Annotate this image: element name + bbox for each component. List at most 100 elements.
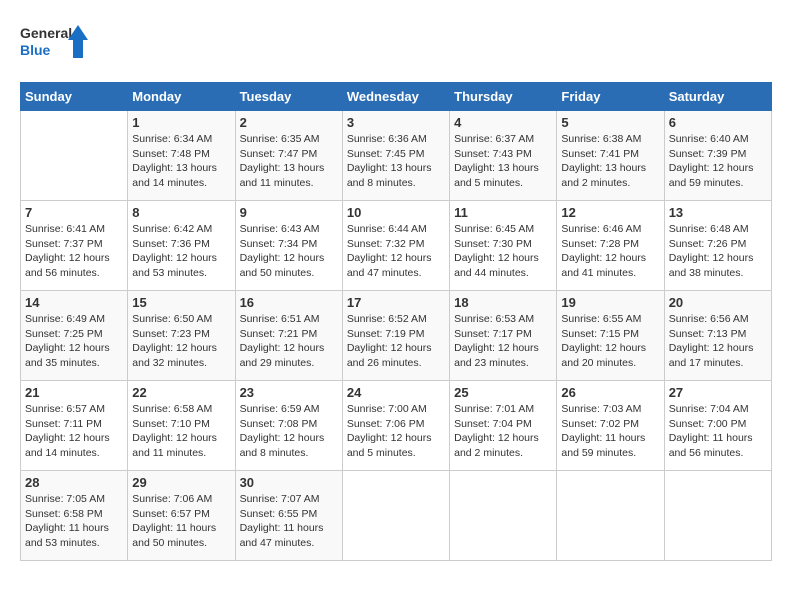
- calendar-cell: 14 Sunrise: 6:49 AM Sunset: 7:25 PM Dayli…: [21, 291, 128, 381]
- day-number: 8: [132, 205, 230, 220]
- calendar-cell: 4 Sunrise: 6:37 AM Sunset: 7:43 PM Daylig…: [450, 111, 557, 201]
- day-number: 25: [454, 385, 552, 400]
- calendar-table: SundayMondayTuesdayWednesdayThursdayFrid…: [20, 82, 772, 561]
- calendar-cell: 17 Sunrise: 6:52 AM Sunset: 7:19 PM Dayli…: [342, 291, 449, 381]
- day-number: 1: [132, 115, 230, 130]
- day-info: Sunrise: 6:52 AM Sunset: 7:19 PM Dayligh…: [347, 312, 445, 371]
- day-number: 3: [347, 115, 445, 130]
- calendar-cell: [21, 111, 128, 201]
- day-number: 23: [240, 385, 338, 400]
- day-info: Sunrise: 6:50 AM Sunset: 7:23 PM Dayligh…: [132, 312, 230, 371]
- day-info: Sunrise: 7:03 AM Sunset: 7:02 PM Dayligh…: [561, 402, 659, 461]
- day-number: 16: [240, 295, 338, 310]
- calendar-cell: [450, 471, 557, 561]
- day-info: Sunrise: 6:38 AM Sunset: 7:41 PM Dayligh…: [561, 132, 659, 191]
- calendar-cell: 21 Sunrise: 6:57 AM Sunset: 7:11 PM Dayli…: [21, 381, 128, 471]
- weekday-header-wednesday: Wednesday: [342, 83, 449, 111]
- day-number: 6: [669, 115, 767, 130]
- day-number: 10: [347, 205, 445, 220]
- calendar-cell: 2 Sunrise: 6:35 AM Sunset: 7:47 PM Daylig…: [235, 111, 342, 201]
- calendar-cell: 18 Sunrise: 6:53 AM Sunset: 7:17 PM Dayli…: [450, 291, 557, 381]
- calendar-cell: 27 Sunrise: 7:04 AM Sunset: 7:00 PM Dayli…: [664, 381, 771, 471]
- day-info: Sunrise: 6:41 AM Sunset: 7:37 PM Dayligh…: [25, 222, 123, 281]
- calendar-cell: 20 Sunrise: 6:56 AM Sunset: 7:13 PM Dayli…: [664, 291, 771, 381]
- calendar-cell: [664, 471, 771, 561]
- calendar-cell: 29 Sunrise: 7:06 AM Sunset: 6:57 PM Dayli…: [128, 471, 235, 561]
- day-number: 21: [25, 385, 123, 400]
- day-number: 19: [561, 295, 659, 310]
- day-number: 5: [561, 115, 659, 130]
- day-info: Sunrise: 7:04 AM Sunset: 7:00 PM Dayligh…: [669, 402, 767, 461]
- calendar-cell: 25 Sunrise: 7:01 AM Sunset: 7:04 PM Dayli…: [450, 381, 557, 471]
- weekday-header-thursday: Thursday: [450, 83, 557, 111]
- day-number: 29: [132, 475, 230, 490]
- day-info: Sunrise: 7:01 AM Sunset: 7:04 PM Dayligh…: [454, 402, 552, 461]
- calendar-cell: 11 Sunrise: 6:45 AM Sunset: 7:30 PM Dayli…: [450, 201, 557, 291]
- day-info: Sunrise: 6:46 AM Sunset: 7:28 PM Dayligh…: [561, 222, 659, 281]
- logo: General Blue: [20, 20, 90, 65]
- day-info: Sunrise: 6:49 AM Sunset: 7:25 PM Dayligh…: [25, 312, 123, 371]
- calendar-cell: 8 Sunrise: 6:42 AM Sunset: 7:36 PM Daylig…: [128, 201, 235, 291]
- calendar-cell: 13 Sunrise: 6:48 AM Sunset: 7:26 PM Dayli…: [664, 201, 771, 291]
- day-number: 14: [25, 295, 123, 310]
- calendar-cell: 28 Sunrise: 7:05 AM Sunset: 6:58 PM Dayli…: [21, 471, 128, 561]
- day-number: 2: [240, 115, 338, 130]
- day-info: Sunrise: 6:58 AM Sunset: 7:10 PM Dayligh…: [132, 402, 230, 461]
- calendar-cell: 5 Sunrise: 6:38 AM Sunset: 7:41 PM Daylig…: [557, 111, 664, 201]
- calendar-cell: 3 Sunrise: 6:36 AM Sunset: 7:45 PM Daylig…: [342, 111, 449, 201]
- calendar-cell: 1 Sunrise: 6:34 AM Sunset: 7:48 PM Daylig…: [128, 111, 235, 201]
- day-info: Sunrise: 6:45 AM Sunset: 7:30 PM Dayligh…: [454, 222, 552, 281]
- day-number: 30: [240, 475, 338, 490]
- calendar-cell: 6 Sunrise: 6:40 AM Sunset: 7:39 PM Daylig…: [664, 111, 771, 201]
- day-info: Sunrise: 6:34 AM Sunset: 7:48 PM Dayligh…: [132, 132, 230, 191]
- calendar-cell: 12 Sunrise: 6:46 AM Sunset: 7:28 PM Dayli…: [557, 201, 664, 291]
- calendar-cell: 26 Sunrise: 7:03 AM Sunset: 7:02 PM Dayli…: [557, 381, 664, 471]
- calendar-cell: 7 Sunrise: 6:41 AM Sunset: 7:37 PM Daylig…: [21, 201, 128, 291]
- day-number: 13: [669, 205, 767, 220]
- day-info: Sunrise: 7:06 AM Sunset: 6:57 PM Dayligh…: [132, 492, 230, 551]
- day-info: Sunrise: 6:37 AM Sunset: 7:43 PM Dayligh…: [454, 132, 552, 191]
- calendar-cell: 19 Sunrise: 6:55 AM Sunset: 7:15 PM Dayli…: [557, 291, 664, 381]
- calendar-cell: 9 Sunrise: 6:43 AM Sunset: 7:34 PM Daylig…: [235, 201, 342, 291]
- day-info: Sunrise: 6:59 AM Sunset: 7:08 PM Dayligh…: [240, 402, 338, 461]
- day-info: Sunrise: 6:57 AM Sunset: 7:11 PM Dayligh…: [25, 402, 123, 461]
- day-info: Sunrise: 6:40 AM Sunset: 7:39 PM Dayligh…: [669, 132, 767, 191]
- day-number: 26: [561, 385, 659, 400]
- weekday-header-friday: Friday: [557, 83, 664, 111]
- day-number: 15: [132, 295, 230, 310]
- day-number: 9: [240, 205, 338, 220]
- day-info: Sunrise: 6:53 AM Sunset: 7:17 PM Dayligh…: [454, 312, 552, 371]
- calendar-cell: 30 Sunrise: 7:07 AM Sunset: 6:55 PM Dayli…: [235, 471, 342, 561]
- calendar-cell: 15 Sunrise: 6:50 AM Sunset: 7:23 PM Dayli…: [128, 291, 235, 381]
- day-number: 22: [132, 385, 230, 400]
- day-info: Sunrise: 6:35 AM Sunset: 7:47 PM Dayligh…: [240, 132, 338, 191]
- day-info: Sunrise: 6:36 AM Sunset: 7:45 PM Dayligh…: [347, 132, 445, 191]
- calendar-cell: [557, 471, 664, 561]
- calendar-cell: 10Sunrise: 6:44 AM Sunset: 7:32 PM Dayli…: [342, 201, 449, 291]
- day-info: Sunrise: 6:51 AM Sunset: 7:21 PM Dayligh…: [240, 312, 338, 371]
- day-info: Sunrise: 6:56 AM Sunset: 7:13 PM Dayligh…: [669, 312, 767, 371]
- day-info: Sunrise: 7:07 AM Sunset: 6:55 PM Dayligh…: [240, 492, 338, 551]
- day-number: 24: [347, 385, 445, 400]
- day-number: 28: [25, 475, 123, 490]
- day-number: 4: [454, 115, 552, 130]
- day-info: Sunrise: 7:00 AM Sunset: 7:06 PM Dayligh…: [347, 402, 445, 461]
- day-number: 18: [454, 295, 552, 310]
- weekday-header-monday: Monday: [128, 83, 235, 111]
- day-number: 20: [669, 295, 767, 310]
- svg-text:General: General: [20, 25, 72, 41]
- day-info: Sunrise: 6:42 AM Sunset: 7:36 PM Dayligh…: [132, 222, 230, 281]
- weekday-header-saturday: Saturday: [664, 83, 771, 111]
- day-number: 11: [454, 205, 552, 220]
- calendar-cell: 24 Sunrise: 7:00 AM Sunset: 7:06 PM Dayli…: [342, 381, 449, 471]
- calendar-cell: 16 Sunrise: 6:51 AM Sunset: 7:21 PM Dayli…: [235, 291, 342, 381]
- day-number: 12: [561, 205, 659, 220]
- day-number: 7: [25, 205, 123, 220]
- day-info: Sunrise: 7:05 AM Sunset: 6:58 PM Dayligh…: [25, 492, 123, 551]
- day-info: Sunrise: 6:55 AM Sunset: 7:15 PM Dayligh…: [561, 312, 659, 371]
- day-info: Sunrise: 6:43 AM Sunset: 7:34 PM Dayligh…: [240, 222, 338, 281]
- day-number: 17: [347, 295, 445, 310]
- weekday-header-sunday: Sunday: [21, 83, 128, 111]
- day-number: 27: [669, 385, 767, 400]
- day-info: Sunrise: 6:48 AM Sunset: 7:26 PM Dayligh…: [669, 222, 767, 281]
